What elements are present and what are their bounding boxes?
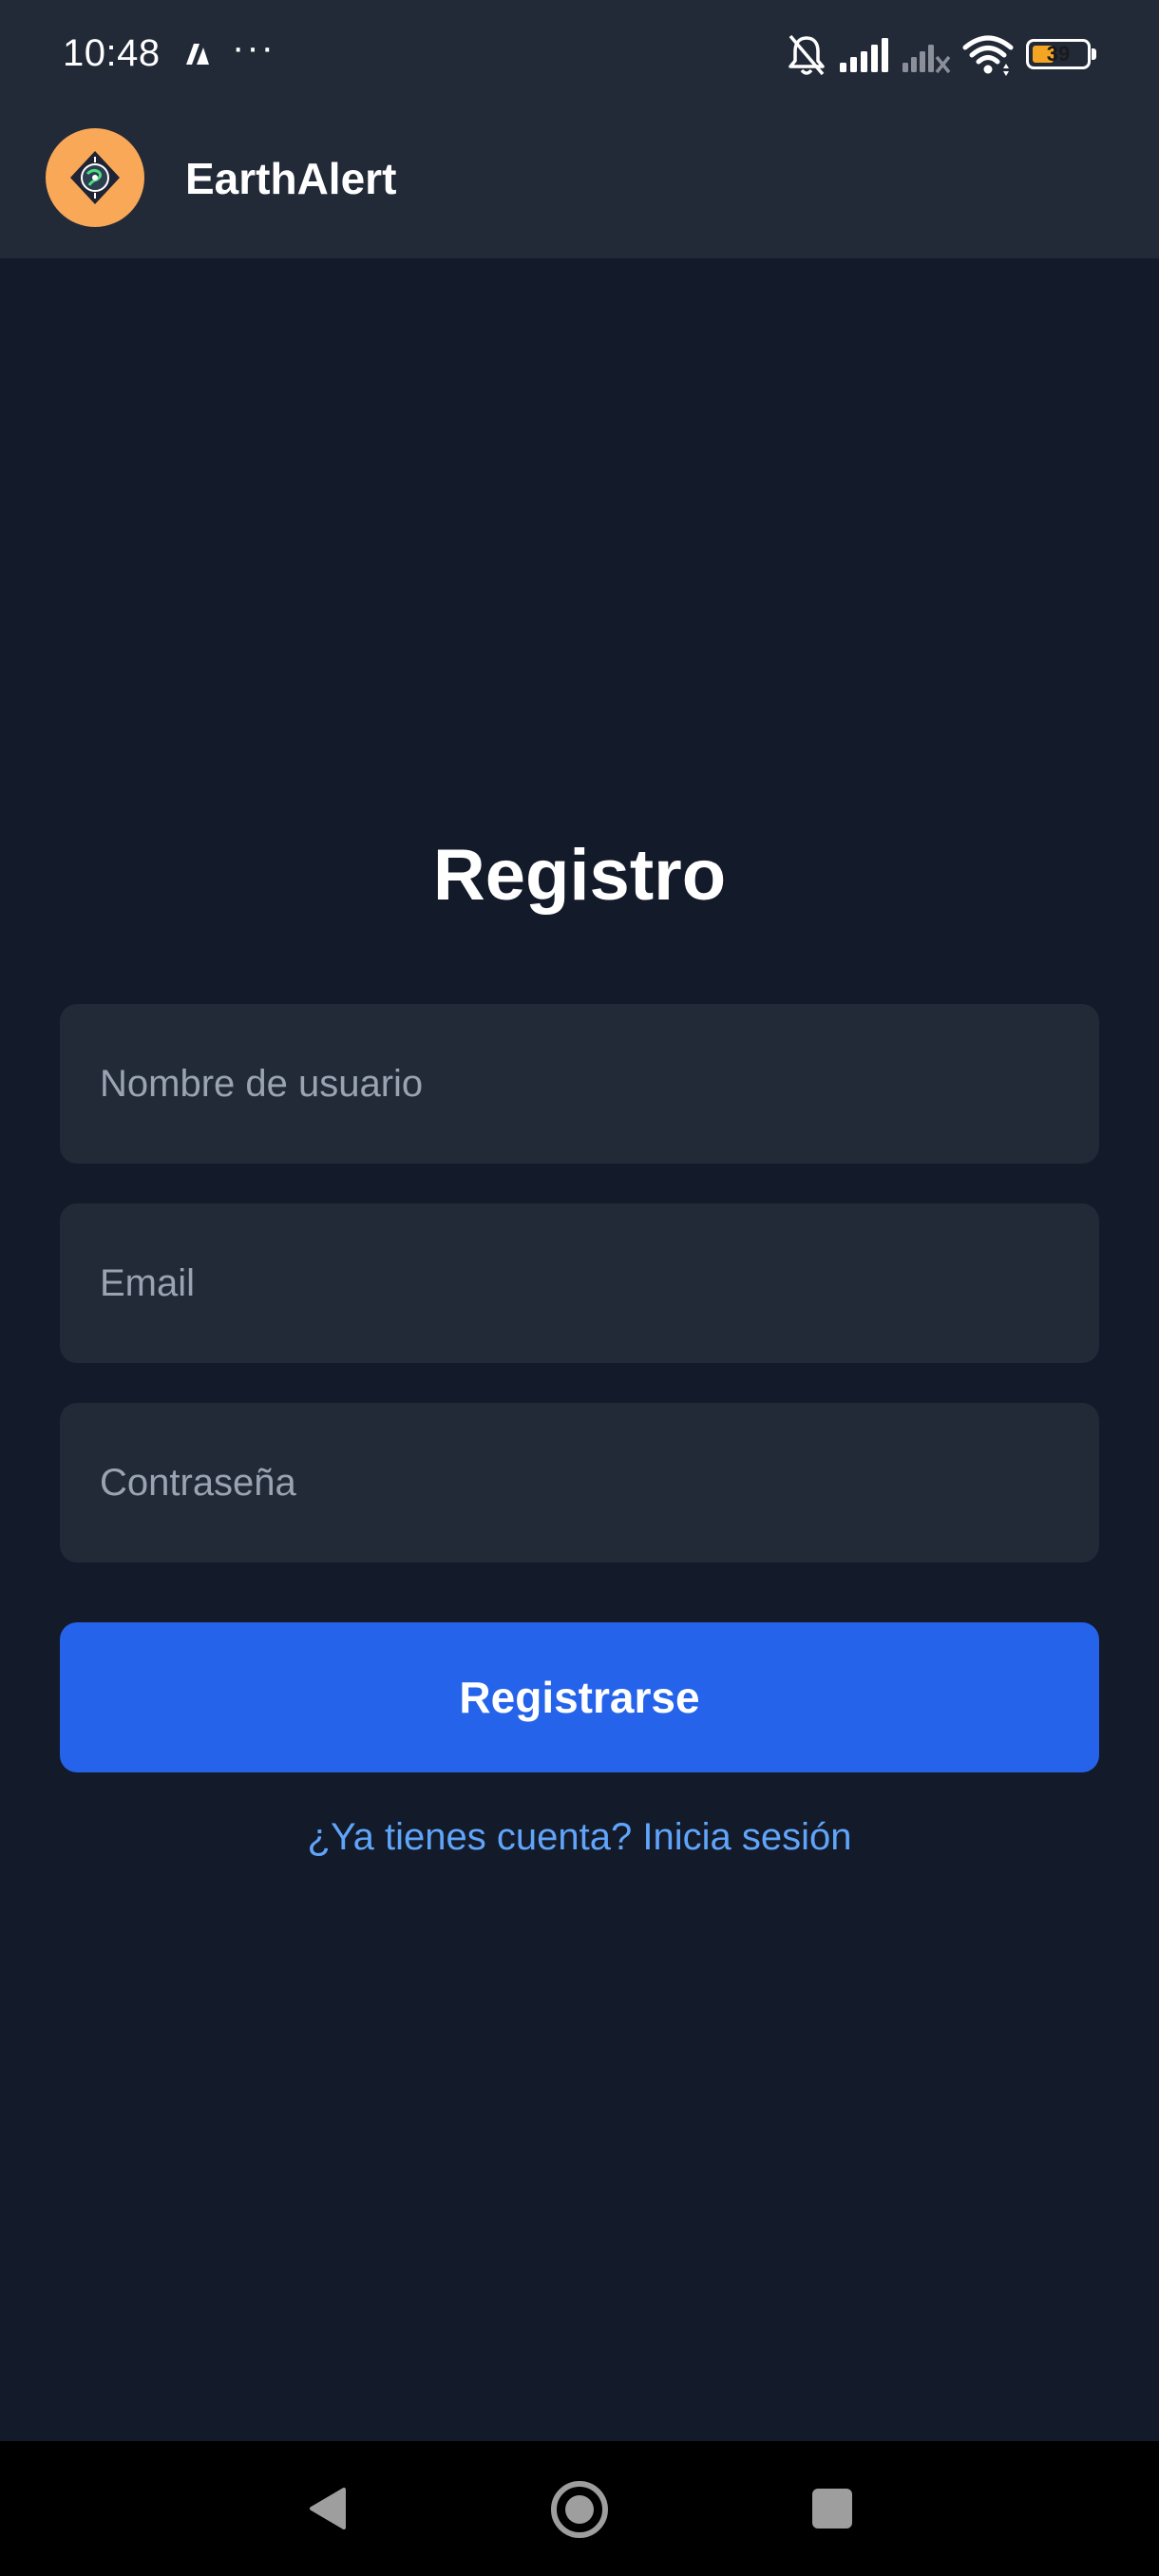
bell-muted-icon bbox=[788, 34, 825, 76]
battery-icon: 39 bbox=[1026, 39, 1096, 69]
username-field[interactable] bbox=[60, 1004, 1099, 1164]
battery-cap bbox=[1092, 48, 1096, 60]
email-field[interactable] bbox=[60, 1203, 1099, 1363]
signal-icon bbox=[840, 38, 888, 72]
recents-icon[interactable] bbox=[812, 2489, 852, 2529]
notification-app-icon bbox=[186, 44, 209, 65]
system-nav-bar bbox=[0, 2441, 1159, 2576]
password-field[interactable] bbox=[60, 1403, 1099, 1563]
more-notifications-indicator: ··· bbox=[232, 27, 276, 68]
register-button[interactable]: Registrarse bbox=[60, 1622, 1099, 1772]
status-bar: 10:48 ··· 39 bbox=[0, 0, 1159, 109]
app-logo[interactable] bbox=[46, 128, 144, 227]
status-clock: 10:48 bbox=[63, 32, 161, 74]
app-bar: 10:48 ··· 39 EarthAlert bbox=[0, 0, 1159, 258]
back-icon[interactable] bbox=[302, 2482, 355, 2535]
signal-no-service-icon bbox=[902, 45, 951, 74]
battery-level-text: 39 bbox=[1046, 42, 1071, 66]
wifi-icon bbox=[962, 35, 1014, 76]
login-link[interactable]: ¿Ya tienes cuenta? Inicia sesión bbox=[0, 1816, 1159, 1859]
page-title: Registro bbox=[432, 835, 727, 916]
app-title: EarthAlert bbox=[185, 154, 397, 203]
globe-compass-icon bbox=[70, 151, 120, 204]
home-icon[interactable] bbox=[549, 2479, 610, 2540]
